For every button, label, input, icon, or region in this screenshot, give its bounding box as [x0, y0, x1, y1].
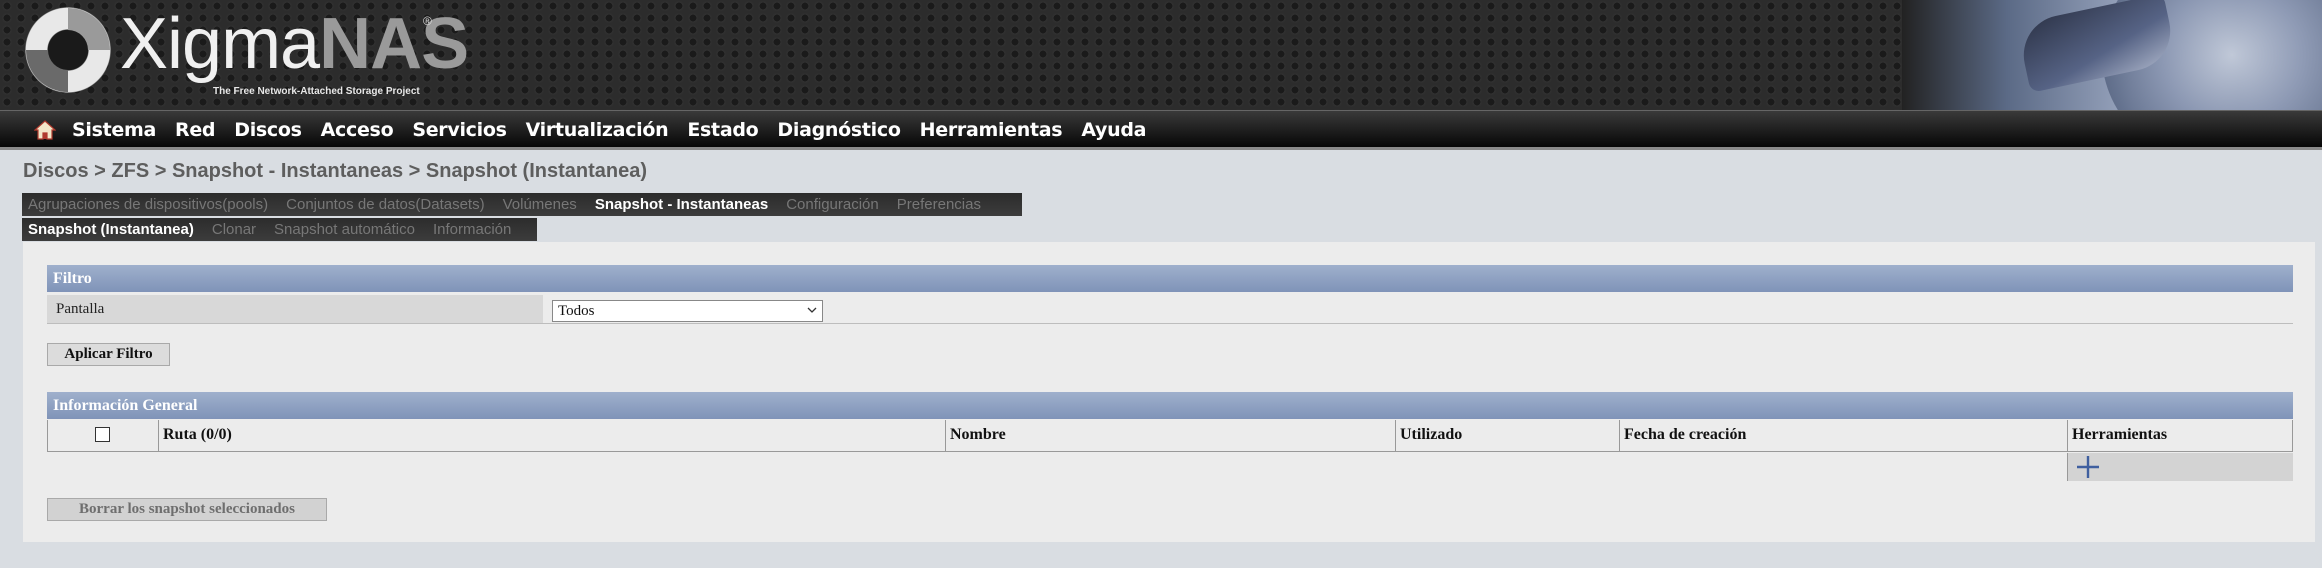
- main-navbar: Sistema Red Discos Acceso Servicios Virt…: [0, 110, 2322, 148]
- plus-icon[interactable]: [2077, 456, 2099, 478]
- nav-item-ayuda[interactable]: Ayuda: [1081, 119, 1146, 141]
- registered-mark: ®: [423, 14, 432, 28]
- apply-filter-button[interactable]: Aplicar Filtro: [47, 343, 170, 366]
- general-info-section-header: Información General: [47, 392, 2293, 419]
- nav-item-acceso[interactable]: Acceso: [321, 119, 394, 141]
- tab-snapshot-instantaneas[interactable]: Snapshot - Instantaneas: [595, 196, 768, 213]
- breadcrumb: Discos > ZFS > Snapshot - Instantaneas >…: [23, 160, 648, 182]
- nav-divider: [0, 147, 2322, 150]
- column-herramientas: Herramientas: [2067, 420, 2293, 451]
- display-filter-select[interactable]: Todos: [552, 300, 823, 322]
- delete-selected-snapshots-button[interactable]: Borrar los snapshot seleccionados: [47, 498, 327, 521]
- content-panel: Filtro Pantalla Todos Aplicar Filtro Inf…: [23, 242, 2315, 542]
- logo-tagline: The Free Network-Attached Storage Projec…: [213, 86, 420, 97]
- primary-tab-bar: Agrupaciones de dispositivos(pools) Conj…: [22, 193, 1022, 216]
- filter-label-pantalla: Pantalla: [47, 295, 543, 324]
- column-ruta[interactable]: Ruta (0/0): [158, 420, 945, 451]
- tab-configuracion[interactable]: Configuración: [786, 196, 879, 213]
- tab-snapshot-instantanea[interactable]: Snapshot (Instantanea): [28, 221, 194, 238]
- chevron-down-icon: [807, 307, 817, 313]
- display-filter-selected-value: Todos: [558, 303, 595, 319]
- logo-wordmark[interactable]: XigmaNAS: [120, 4, 469, 84]
- nav-item-estado[interactable]: Estado: [687, 119, 758, 141]
- xigmanas-logo-icon[interactable]: [22, 4, 114, 96]
- home-icon[interactable]: [33, 120, 57, 140]
- nav-item-sistema[interactable]: Sistema: [72, 119, 156, 141]
- hard-drive-banner-image: [1902, 0, 2322, 110]
- filter-section-header: Filtro: [47, 265, 2293, 292]
- logo-main: Xigma: [120, 4, 320, 84]
- column-nombre[interactable]: Nombre: [945, 420, 1395, 451]
- tab-informacion[interactable]: Información: [433, 221, 511, 238]
- tab-clonar[interactable]: Clonar: [212, 221, 256, 238]
- app-header: XigmaNAS ® The Free Network-Attached Sto…: [0, 0, 2322, 110]
- column-utilizado[interactable]: Utilizado: [1395, 420, 1619, 451]
- snapshot-table-header: Ruta (0/0) Nombre Utilizado Fecha de cre…: [47, 420, 2293, 452]
- nav-item-red[interactable]: Red: [175, 119, 216, 141]
- tab-datasets[interactable]: Conjuntos de datos(Datasets): [286, 196, 484, 213]
- secondary-tab-bar: Snapshot (Instantanea) Clonar Snapshot a…: [22, 218, 537, 241]
- nav-item-virtualizacion[interactable]: Virtualización: [526, 119, 669, 141]
- tab-volumenes[interactable]: Volúmenes: [503, 196, 577, 213]
- nav-item-diagnostico[interactable]: Diagnóstico: [777, 119, 901, 141]
- select-all-checkbox[interactable]: [95, 427, 110, 442]
- logo-accent: NAS: [319, 4, 469, 84]
- tab-pools[interactable]: Agrupaciones de dispositivos(pools): [28, 196, 268, 213]
- nav-item-herramientas[interactable]: Herramientas: [920, 119, 1063, 141]
- nav-item-discos[interactable]: Discos: [234, 119, 302, 141]
- tab-snapshot-automatico[interactable]: Snapshot automático: [274, 221, 415, 238]
- nav-item-servicios[interactable]: Servicios: [412, 119, 507, 141]
- tab-preferencias[interactable]: Preferencias: [897, 196, 981, 213]
- tools-cell: [2067, 453, 2293, 481]
- column-fecha-creacion[interactable]: Fecha de creación: [1619, 420, 2067, 451]
